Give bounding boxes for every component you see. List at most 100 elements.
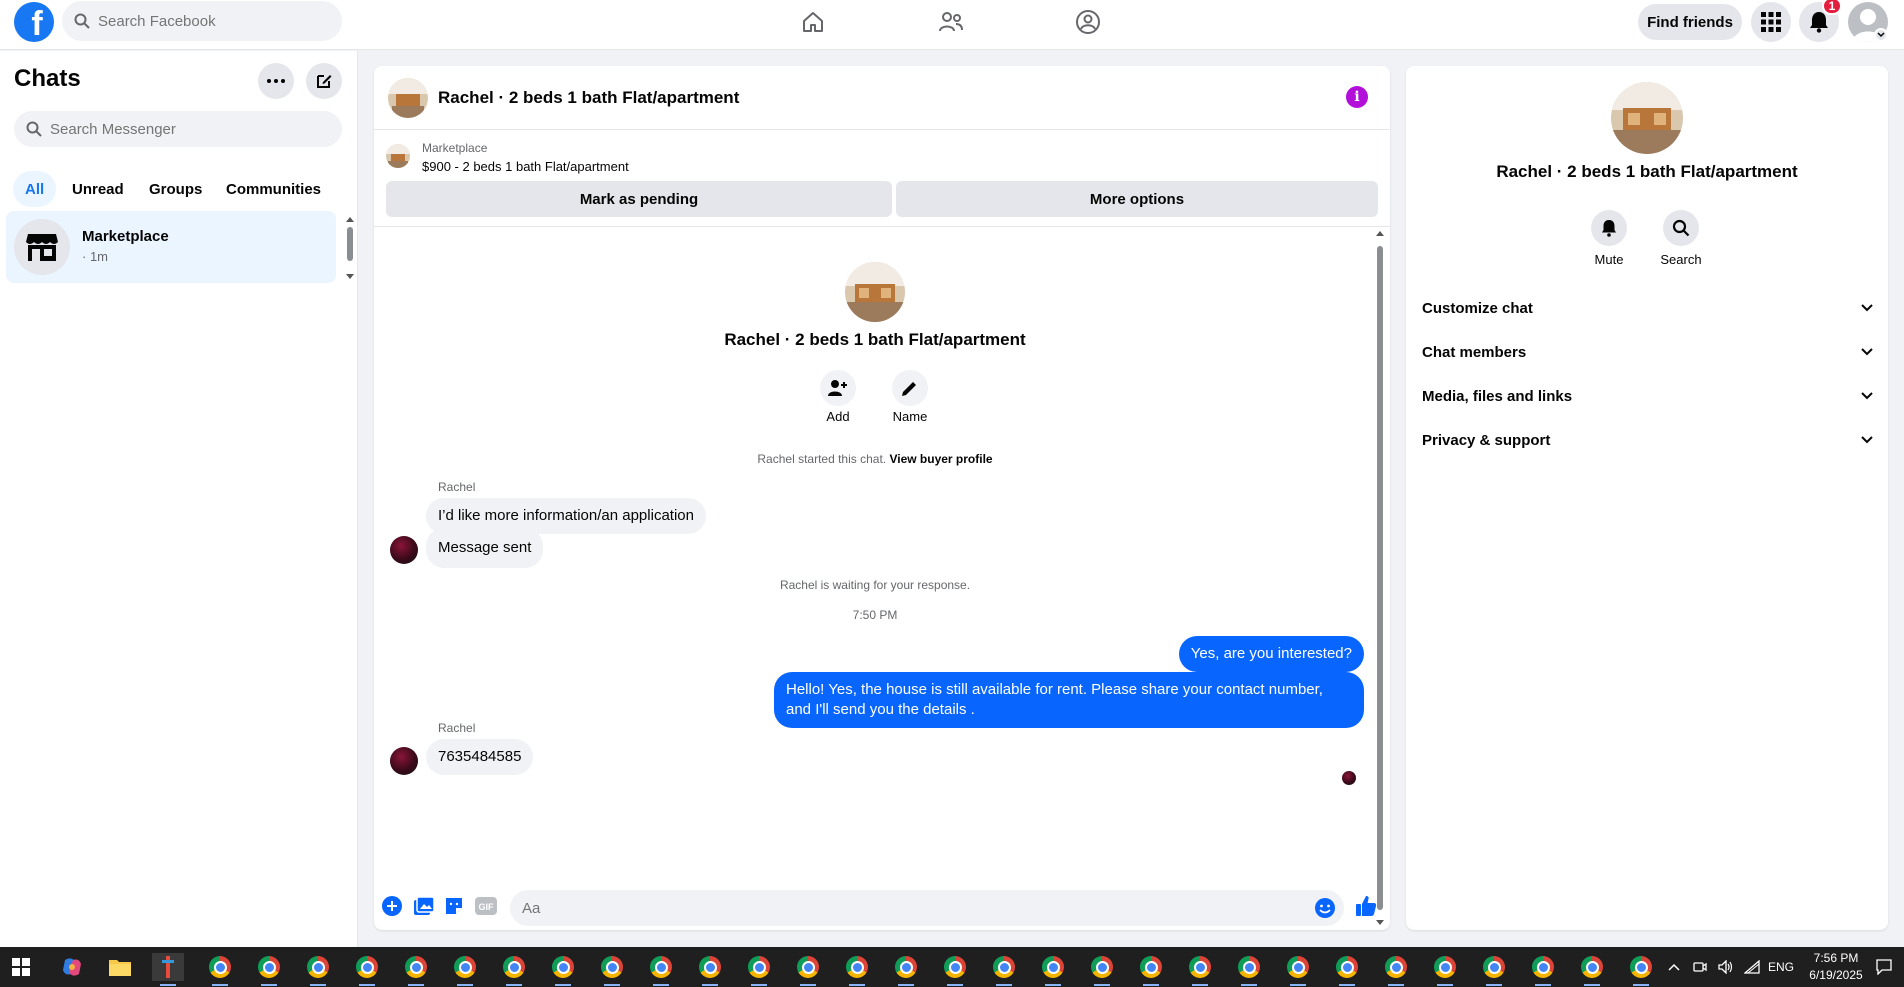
sidebar-scrollbar[interactable]	[346, 217, 354, 279]
language-indicator[interactable]: ENG	[1768, 960, 1794, 974]
rachel-avatar[interactable]	[390, 536, 418, 564]
listing-thumbnail[interactable]	[388, 78, 428, 118]
chrome-window-icon[interactable]	[1331, 953, 1363, 986]
tab-all[interactable]: All	[13, 171, 57, 207]
chrome-window-icon[interactable]	[351, 953, 383, 986]
notification-center-icon[interactable]	[1872, 953, 1896, 981]
rachel-avatar[interactable]	[390, 747, 418, 775]
message-input[interactable]	[522, 899, 1282, 917]
gif-icon[interactable]: GIF	[474, 894, 498, 918]
chrome-window-icon[interactable]	[841, 953, 873, 986]
messenger-search-box[interactable]	[14, 111, 342, 147]
windows-start-icon[interactable]	[5, 953, 37, 981]
message-bubble-incoming[interactable]: 7635484585	[426, 739, 534, 775]
chrome-window-icon[interactable]	[645, 953, 677, 986]
facebook-logo-icon[interactable]: f	[14, 2, 54, 42]
mark-as-pending-button[interactable]: Mark as pending	[386, 181, 892, 217]
chrome-window-icon[interactable]	[253, 953, 285, 986]
customize-chat-row[interactable]: Customize chat	[1422, 286, 1874, 330]
file-explorer-icon[interactable]	[104, 953, 136, 981]
chrome-window-icon[interactable]	[890, 953, 922, 986]
conversation-name: Rachel · 2 beds 1 bath Flat/apartment	[724, 330, 1026, 349]
conversation-scrollbar[interactable]	[1374, 226, 1386, 930]
home-icon[interactable]	[799, 8, 827, 36]
conversation-title[interactable]: Rachel · 2 beds 1 bath Flat/apartment	[438, 88, 739, 108]
chrome-window-icon[interactable]	[1527, 953, 1559, 986]
new-message-compose-icon[interactable]	[306, 63, 342, 99]
chat-details-panel: Rachel · 2 beds 1 bath Flat/apartment Mu…	[1406, 66, 1888, 930]
show-hidden-icons-chevron-up-icon[interactable]	[1664, 953, 1684, 981]
chrome-window-icon[interactable]	[792, 953, 824, 986]
tab-groups[interactable]: Groups	[137, 171, 214, 207]
more-options-button[interactable]: More options	[896, 181, 1378, 217]
info-icon[interactable]: i	[1346, 86, 1368, 108]
chrome-window-icon[interactable]	[1576, 953, 1608, 986]
chrome-window-icon[interactable]	[1380, 953, 1412, 986]
menu-grid-icon[interactable]	[1751, 2, 1791, 42]
tab-unread[interactable]: Unread	[60, 171, 136, 207]
copilot-icon[interactable]	[56, 953, 88, 981]
thumbs-up-like-icon[interactable]	[1354, 894, 1378, 918]
facebook-search-box[interactable]	[62, 1, 342, 41]
volume-speaker-icon[interactable]	[1716, 953, 1736, 981]
windows-taskbar: ENG 7:56 PM 6/19/2025	[0, 947, 1904, 987]
listing-detail[interactable]: $900 - 2 beds 1 bath Flat/apartment	[422, 159, 629, 174]
waiting-notice: Rachel is waiting for your response.	[779, 578, 971, 592]
chat-members-row[interactable]: Chat members	[1422, 330, 1874, 374]
message-input-box[interactable]	[510, 890, 1344, 926]
search-in-chat-icon[interactable]	[1663, 210, 1699, 246]
chrome-window-icon[interactable]	[939, 953, 971, 986]
account-chevron-down-icon[interactable]	[1874, 28, 1888, 42]
marketplace-label: Marketplace	[422, 141, 488, 155]
messenger-search-input[interactable]	[50, 120, 320, 138]
meet-now-icon[interactable]	[1690, 953, 1710, 981]
mute-bell-icon[interactable]	[1591, 210, 1627, 246]
message-bubble-outgoing[interactable]: Hello! Yes, the house is still available…	[774, 672, 1364, 728]
facebook-search-input[interactable]	[98, 12, 318, 30]
chrome-window-icon[interactable]	[1233, 953, 1265, 986]
chrome-window-icon[interactable]	[694, 953, 726, 986]
chrome-window-icon[interactable]	[743, 953, 775, 986]
add-person-icon[interactable]	[820, 370, 856, 406]
section-label: Privacy & support	[1422, 431, 1551, 449]
wifi-network-icon[interactable]	[1742, 953, 1762, 981]
chrome-window-icon[interactable]	[1184, 953, 1216, 986]
chrome-window-icon[interactable]	[547, 953, 579, 986]
chrome-window-icon[interactable]	[596, 953, 628, 986]
privacy-support-row[interactable]: Privacy & support	[1422, 418, 1874, 462]
chrome-window-icon[interactable]	[400, 953, 432, 986]
pinned-app-icon[interactable]	[152, 953, 184, 986]
message-bubble-outgoing[interactable]: Yes, are you interested?	[1178, 636, 1364, 672]
sticker-icon[interactable]	[442, 894, 466, 918]
plus-circle-icon[interactable]	[380, 894, 404, 918]
view-buyer-profile-link[interactable]: View buyer profile	[889, 452, 992, 466]
more-options-icon[interactable]	[258, 63, 294, 99]
details-avatar[interactable]	[1611, 82, 1683, 154]
chrome-window-icon[interactable]	[1478, 953, 1510, 986]
photo-gallery-icon[interactable]	[412, 894, 436, 918]
clock-time[interactable]: 7:56 PM	[1806, 951, 1866, 965]
message-sent-status-bubble[interactable]: Message sent	[426, 528, 544, 568]
mute-label: Mute	[1594, 252, 1624, 267]
chrome-window-icon[interactable]	[1135, 953, 1167, 986]
chat-list-item[interactable]: Marketplace · 1m	[6, 211, 336, 283]
chrome-window-icon[interactable]	[1429, 953, 1461, 986]
chrome-window-icon[interactable]	[988, 953, 1020, 986]
friends-icon[interactable]	[937, 8, 965, 36]
chrome-window-icon[interactable]	[302, 953, 334, 986]
edit-name-pencil-icon[interactable]	[892, 370, 928, 406]
chrome-window-icon[interactable]	[449, 953, 481, 986]
chrome-window-icon[interactable]	[498, 953, 530, 986]
media-files-links-row[interactable]: Media, files and links	[1422, 374, 1874, 418]
chrome-window-icon[interactable]	[204, 953, 236, 986]
emoji-icon[interactable]	[1314, 897, 1336, 923]
chrome-window-icon[interactable]	[1086, 953, 1118, 986]
chrome-window-icon[interactable]	[1282, 953, 1314, 986]
chrome-window-icon[interactable]	[1037, 953, 1069, 986]
groups-icon[interactable]	[1074, 8, 1102, 36]
tab-communities[interactable]: Communities	[214, 171, 333, 207]
chrome-window-icon[interactable]	[1625, 953, 1657, 986]
clock-date[interactable]: 6/19/2025	[1800, 968, 1872, 982]
find-friends-button[interactable]: Find friends	[1638, 4, 1742, 40]
section-label: Media, files and links	[1422, 387, 1573, 405]
